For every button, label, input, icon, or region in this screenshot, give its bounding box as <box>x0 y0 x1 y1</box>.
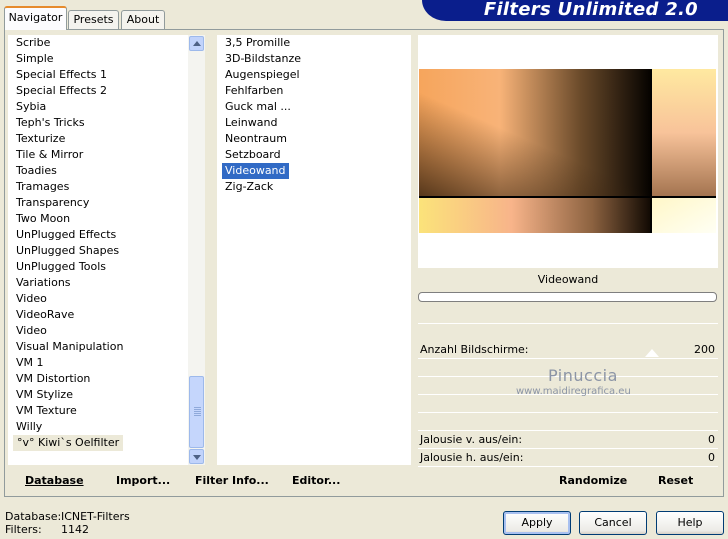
scroll-thumb[interactable] <box>189 376 204 448</box>
tab-navigator[interactable]: Navigator <box>4 6 67 30</box>
status-database-label: Database: <box>5 510 62 523</box>
list-item[interactable]: Willy <box>16 419 42 435</box>
grip-line <box>194 415 201 416</box>
divider <box>418 412 718 413</box>
param-label-anzahl: Anzahl Bildschirme: <box>420 343 529 356</box>
param-value-jalousie-h[interactable]: 0 <box>708 451 715 465</box>
param-value-jalousie-v[interactable]: 0 <box>708 433 715 447</box>
database-button[interactable]: Database <box>25 474 84 488</box>
list-item[interactable]: VideoRave <box>16 307 74 323</box>
grip-line <box>194 407 201 408</box>
list-item-selected[interactable]: Videowand <box>222 163 289 179</box>
divider <box>418 323 718 324</box>
divider <box>418 358 718 359</box>
app-title: Filters Unlimited 2.0 <box>483 0 698 20</box>
watermark-title: Pinuccia <box>548 366 618 385</box>
preview-image[interactable] <box>419 69 716 233</box>
progress-bar <box>418 292 717 302</box>
list-item[interactable]: Augenspiegel <box>225 67 300 83</box>
slider-marker-icon[interactable] <box>645 349 659 357</box>
filter-list[interactable]: 3,5 Promille 3D-Bildstanze Augenspiegel … <box>217 35 411 465</box>
list-item[interactable]: Teph's Tricks <box>16 115 85 131</box>
list-item[interactable]: Video <box>16 323 47 339</box>
list-item[interactable]: Fehlfarben <box>225 83 283 99</box>
divider <box>418 448 718 449</box>
chevron-down-icon <box>193 455 201 460</box>
list-item[interactable]: Tile & Mirror <box>16 147 83 163</box>
status-filters-value: 1142 <box>61 523 89 536</box>
list-item[interactable]: Neontraum <box>225 131 287 147</box>
scroll-up-button[interactable] <box>189 36 204 51</box>
chevron-up-icon <box>193 41 201 46</box>
list-item[interactable]: VM 1 <box>16 355 44 371</box>
list-item[interactable]: Video <box>16 291 47 307</box>
cancel-button[interactable]: Cancel <box>579 511 647 535</box>
list-item[interactable]: UnPlugged Tools <box>16 259 106 275</box>
watermark-url: www.maidiregrafica.eu <box>516 386 631 397</box>
apply-button[interactable]: Apply <box>503 511 571 535</box>
list-item[interactable]: Setzboard <box>225 147 281 163</box>
list-item[interactable]: Scribe <box>16 35 50 51</box>
list-item[interactable]: Toadies <box>16 163 57 179</box>
list-item[interactable]: Leinwand <box>225 115 277 131</box>
category-list[interactable]: Scribe Simple Special Effects 1 Special … <box>8 35 188 465</box>
param-value-anzahl[interactable]: 200 <box>694 343 715 357</box>
filter-info-button[interactable]: Filter Info... <box>195 474 269 488</box>
list-item[interactable]: Special Effects 2 <box>16 83 107 99</box>
divider <box>418 430 718 431</box>
list-item[interactable]: Variations <box>16 275 71 291</box>
grip-line <box>194 409 201 410</box>
randomize-button[interactable]: Randomize <box>559 474 627 488</box>
list-item[interactable]: Tramages <box>16 179 69 195</box>
list-item[interactable]: VM Texture <box>16 403 77 419</box>
filter-name-label: Videowand <box>537 273 599 286</box>
list-item[interactable]: UnPlugged Shapes <box>16 243 119 259</box>
scroll-down-button[interactable] <box>189 449 204 464</box>
editor-button[interactable]: Editor... <box>292 474 340 488</box>
list-item[interactable]: Sybia <box>16 99 46 115</box>
param-label-jalousie-v: Jalousie v. aus/ein: <box>420 433 523 446</box>
list-item[interactable]: Transparency <box>16 195 89 211</box>
list-item-selected[interactable]: °v° Kiwi`s Oelfilter <box>13 435 124 451</box>
list-item[interactable]: VM Stylize <box>16 387 73 403</box>
grip-line <box>194 411 201 412</box>
category-scrollbar[interactable] <box>188 35 205 465</box>
list-item[interactable]: VM Distortion <box>16 371 90 387</box>
list-item[interactable]: Texturize <box>16 131 65 147</box>
status-filters-label: Filters: <box>5 523 42 536</box>
param-label-jalousie-h: Jalousie h. aus/ein: <box>420 451 524 464</box>
status-database-value: ICNET-Filters <box>61 510 130 523</box>
list-item[interactable]: Two Moon <box>16 211 70 227</box>
database-button-label: Database <box>25 474 84 487</box>
title-banner: Filters Unlimited 2.0 <box>422 0 728 21</box>
reset-button[interactable]: Reset <box>658 474 693 488</box>
help-button[interactable]: Help <box>656 511 724 535</box>
preview-graphic <box>419 69 716 233</box>
list-item[interactable]: 3,5 Promille <box>225 35 290 51</box>
list-item[interactable]: Visual Manipulation <box>16 339 123 355</box>
list-item[interactable]: UnPlugged Effects <box>16 227 116 243</box>
list-item[interactable]: Special Effects 1 <box>16 67 107 83</box>
import-button[interactable]: Import... <box>116 474 170 488</box>
list-item[interactable]: 3D-Bildstanze <box>225 51 301 67</box>
tab-about[interactable]: About <box>121 10 165 29</box>
list-item[interactable]: Zig-Zack <box>225 179 273 195</box>
list-item[interactable]: Simple <box>16 51 54 67</box>
tab-presets[interactable]: Presets <box>68 10 119 29</box>
list-item[interactable]: Guck mal ... <box>225 99 291 115</box>
grip-line <box>194 413 201 414</box>
